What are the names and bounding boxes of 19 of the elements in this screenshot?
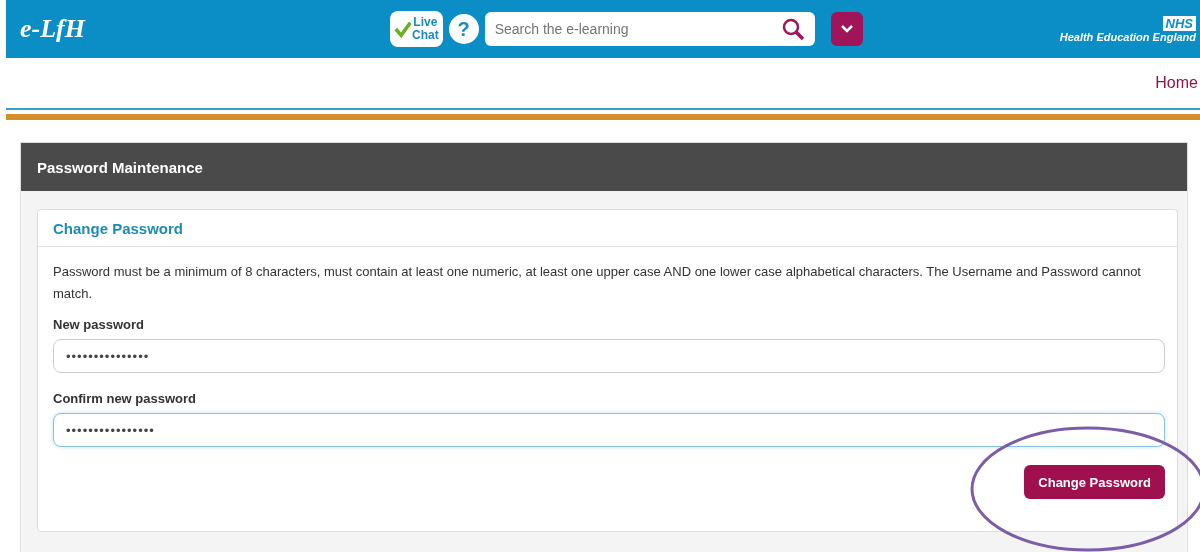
password-field[interactable]: ••••••••••••••• bbox=[53, 339, 1165, 373]
nhs-badge: NHS bbox=[1162, 15, 1196, 31]
instructions-text: Password must be a minimum of 8 characters, must contain at least one numeric, at least one upper case AND one lower case alphabetical characters. The Username and Password cannot match. bbox=[53, 263, 1142, 303]
caret-icon bbox=[840, 25, 853, 33]
help-button[interactable]: ? bbox=[448, 14, 479, 44]
panel-title: Password Maintenance bbox=[37, 158, 203, 176]
live-chat-button[interactable]: Live Chat bbox=[390, 11, 443, 47]
check-icon bbox=[394, 20, 412, 38]
logo[interactable]: e-LfH bbox=[20, 14, 360, 44]
organisation-name: Health Education England bbox=[1059, 30, 1196, 43]
nav-link[interactable]: Home bbox=[1155, 74, 1198, 92]
dropdown-button[interactable] bbox=[830, 12, 863, 46]
field-label: Confirm new password bbox=[53, 391, 198, 406]
field-label: New password bbox=[53, 317, 146, 332]
change-password-button[interactable]: Change Password bbox=[1024, 465, 1165, 499]
search-icon[interactable] bbox=[780, 17, 805, 41]
search-field[interactable]: Search the e-learning bbox=[484, 12, 815, 46]
password-field[interactable]: •••••••••••••••• bbox=[53, 413, 1165, 447]
card-title: Change Password bbox=[53, 219, 184, 237]
